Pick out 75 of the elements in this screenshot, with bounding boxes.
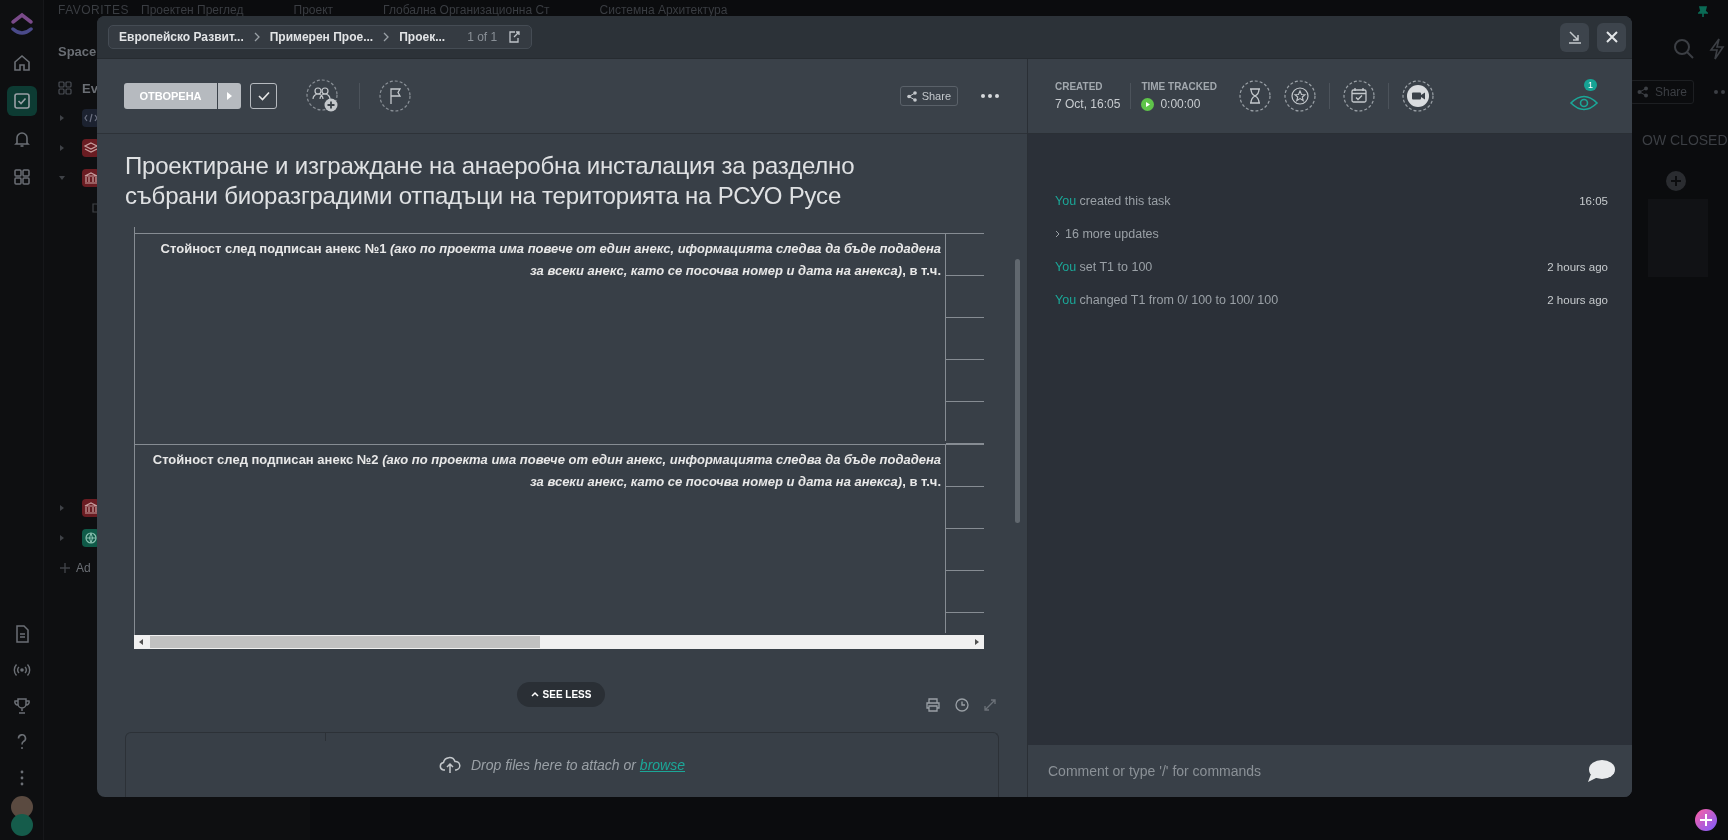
add-assignee-icon[interactable] [306,79,340,113]
status-button[interactable]: ОТВОРЕНА [124,83,217,109]
video-camera-icon[interactable] [1401,80,1434,112]
print-icon[interactable] [925,697,941,713]
vertical-scrollbar[interactable] [1015,259,1020,523]
field-value: 0:00:00 [1160,97,1201,111]
expand-icon[interactable] [983,698,997,712]
task-title[interactable]: Проектиране и изграждане на анаеробна инсталация за разделно събрани биоразградими отпадъци на територията на РСУО Русе [125,151,915,211]
history-icon[interactable] [954,697,970,713]
rail-button[interactable] [6,86,37,116]
breadcrumb-link[interactable]: Примерен Прое... [269,30,374,44]
see-less-button[interactable]: SEE LESS [516,681,606,707]
eye-icon [1570,94,1598,112]
table-cell-text: Стойност след подписан анекс №1 (ако по проекта има повече от един анекс, иформацията следва да бъде подадена за всеки анекс, като се посочва номер и дата на анекса), в т.ч. [159,240,941,280]
caret-icon [227,92,232,100]
activity-text: You set T1 to 100 [1055,259,1153,274]
watchers-button[interactable]: 1 [1570,79,1604,113]
logo-icon[interactable] [9,12,34,38]
comment-bar[interactable]: Comment or type '/' for commands [1028,745,1632,797]
breadcrumb-link[interactable]: Европейско Развит... [119,30,244,44]
bell-icon [11,129,32,149]
add-fab-icon[interactable] [1695,809,1717,831]
close-icon [1604,30,1619,44]
close-button[interactable] [1597,22,1626,52]
activity-time: 2 hours ago [1547,260,1608,273]
bank-icon [83,500,99,516]
play-icon[interactable] [1141,97,1155,111]
home-icon [11,53,32,73]
activity-time: 2 hours ago [1547,293,1608,306]
task-position: 1 of 1 [467,30,498,44]
horizontal-scrollbar[interactable] [134,635,984,649]
trophy-icon[interactable] [11,696,32,716]
pin-icon[interactable] [1698,6,1708,18]
chevron-icon [383,32,390,42]
avatar[interactable] [10,814,33,836]
globe-icon [83,530,99,546]
check-icon [257,91,270,101]
watcher-count-badge: 1 [1584,79,1597,91]
complete-button[interactable] [250,83,277,109]
chevron-up-icon [530,691,539,697]
chevron-icon [1055,229,1060,238]
field-label: TIME TRACKED [1141,81,1217,92]
plus-icon [60,563,70,573]
sidebar-heading: Space [58,44,98,59]
share-icon [906,90,917,102]
more-updates-toggle[interactable]: 16 more updates [1055,226,1159,241]
grid-icon [58,81,72,95]
calendar-icon[interactable] [1342,80,1375,112]
activity-time: 16:05 [1579,194,1608,207]
open-external-icon[interactable] [507,30,522,44]
comment-field[interactable]: Comment or type '/' for commands [1046,762,1586,780]
avatar[interactable] [10,796,33,818]
browse-link[interactable]: browse [639,757,685,773]
cloud-upload-icon[interactable] [439,756,461,774]
speech-bubble-icon[interactable] [1586,759,1616,783]
sidebar-item[interactable]: Ev [82,80,98,96]
share-button[interactable]: Share [899,86,958,106]
chevron-icon [253,32,260,42]
field-label: CREATED [1055,81,1104,92]
table-cell-text: Стойност след подписан анекс №2 (ако по проекта има повече от един анекс, информацията следва да бъде подадена за всеки анекс, като се посочва номер и дата на анекса), в т.ч. [151,451,941,491]
checkbox-icon [11,91,32,111]
more-icon[interactable] [981,94,999,98]
grid-icon [11,167,32,187]
activity-text: You changed T1 from 0/ 100 to 100/ 100 [1055,292,1279,307]
flag-icon[interactable] [379,79,412,113]
hourglass-icon[interactable] [1238,80,1271,112]
drop-files-text: Drop files here to attach or browse [471,757,685,773]
arrow-down-right-icon [1566,29,1583,45]
breadcrumb-link[interactable]: Проек... [399,30,446,44]
share-icon [1637,86,1649,98]
field-value: 7 Oct, 16:05 [1055,97,1121,111]
activity-text: You created this task [1055,193,1171,208]
add-space-link[interactable]: Ad [76,561,91,575]
bank-icon [83,170,99,186]
minimize-button[interactable] [1560,22,1589,52]
